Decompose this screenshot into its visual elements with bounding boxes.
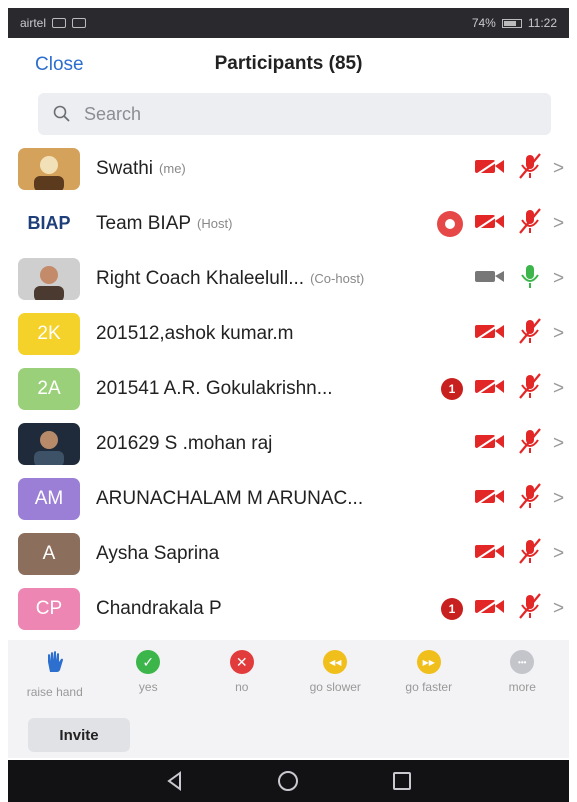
- message-icon: [72, 18, 87, 28]
- participant-row[interactable]: 2A 201541 A.R. Gokulakrishn... 1 >: [8, 361, 569, 416]
- participant-role: (Host): [197, 216, 233, 231]
- reaction-label: go faster: [405, 680, 453, 694]
- participant-row[interactable]: Right Coach Khaleelull... (Co-host) >: [8, 251, 569, 306]
- recents-icon[interactable]: [387, 766, 417, 796]
- participant-role: (me): [159, 161, 186, 176]
- mic-muted-icon: [517, 537, 543, 570]
- chevron-right-icon: >: [553, 157, 565, 179]
- avatar: 2K: [18, 312, 80, 355]
- recording-icon: [437, 210, 463, 237]
- participant-role: (Co-host): [310, 271, 365, 286]
- participant-row[interactable]: Swathi (me) >: [8, 141, 569, 196]
- video-off-icon: [473, 540, 507, 567]
- home-icon[interactable]: [273, 766, 303, 796]
- chevron-right-icon: >: [553, 377, 565, 399]
- participant-row[interactable]: 2K 201512,ashok kumar.m >: [8, 306, 569, 361]
- participant-name: Aysha Saprina: [96, 542, 220, 564]
- reaction-more[interactable]: ••• more: [477, 650, 567, 694]
- avatar: AM: [18, 477, 80, 520]
- mic-muted-icon: [517, 427, 543, 460]
- mic-muted-icon: [517, 372, 543, 405]
- participant-name: 201512,ashok kumar.m: [96, 322, 294, 344]
- participant-name: ARUNACHALAM M ARUNAC...: [96, 487, 364, 509]
- chevron-right-icon: >: [553, 432, 565, 454]
- reaction-label: more: [508, 680, 536, 694]
- invite-button[interactable]: Invite: [28, 718, 130, 752]
- close-button[interactable]: Close: [35, 54, 84, 76]
- reaction-go-faster[interactable]: ▶▶ go faster: [384, 650, 474, 694]
- carrier-label: airtel: [20, 16, 47, 30]
- participant-name: Right Coach Khaleelull...: [96, 267, 305, 289]
- chevron-right-icon: >: [553, 542, 565, 564]
- reaction-yes[interactable]: ✓ yes: [103, 650, 193, 694]
- avatar: CP: [18, 587, 80, 630]
- fast-forward-icon: ▶▶: [416, 650, 441, 674]
- rewind-icon: ◀◀: [323, 650, 348, 674]
- avatar: [18, 422, 80, 465]
- video-off-icon: [473, 430, 507, 457]
- video-off-icon: [473, 155, 507, 182]
- avatar: BIAP: [18, 202, 80, 245]
- x-icon: ✕: [229, 650, 254, 674]
- video-off-icon: [473, 210, 507, 237]
- video-off-icon: [473, 375, 507, 402]
- video-off-icon: [473, 320, 507, 347]
- more-icon: •••: [510, 650, 535, 674]
- battery-percent: 74%: [471, 16, 496, 30]
- chevron-right-icon: >: [553, 212, 565, 234]
- reactions-bar: raise hand ✓ yes ✕ no ◀◀ go slower ▶▶ go faster •…: [8, 640, 569, 700]
- participant-row[interactable]: BIAP Team BIAP (Host) >: [8, 196, 569, 251]
- search-icon: [53, 105, 70, 122]
- reaction-go-slower[interactable]: ◀◀ go slower: [290, 650, 380, 694]
- reaction-no[interactable]: ✕ no: [197, 650, 287, 694]
- participant-name: 201629 S .mohan raj: [96, 432, 273, 454]
- search-input[interactable]: [84, 103, 484, 125]
- mic-muted-icon: [517, 317, 543, 350]
- avatar: [18, 257, 80, 300]
- reaction-label: yes: [138, 680, 158, 694]
- reaction-label: go slower: [309, 680, 361, 694]
- avatar: 2A: [18, 367, 80, 410]
- clock: 11:22: [527, 16, 557, 30]
- participant-row[interactable]: A Aysha Saprina >: [8, 526, 569, 581]
- video-off-icon: [473, 595, 507, 622]
- status-bar: airtel 74% 11:22: [8, 8, 569, 38]
- network-icon: [52, 18, 67, 28]
- android-nav-bar: [8, 760, 569, 802]
- hand-icon: [44, 650, 66, 679]
- search-bar[interactable]: [38, 93, 551, 135]
- check-icon: ✓: [136, 650, 161, 674]
- chevron-right-icon: >: [553, 267, 565, 289]
- participant-list: Swathi (me) > BIAP Team BIAP (Host) > Right Coa…: [8, 141, 569, 636]
- bottom-bar: Invite: [8, 700, 569, 758]
- participant-name: 201541 A.R. Gokulakrishn...: [96, 377, 333, 399]
- mic-muted-icon: [517, 592, 543, 625]
- participant-row[interactable]: CP Chandrakala P 1 >: [8, 581, 569, 636]
- mic-muted-icon: [517, 207, 543, 240]
- participant-name: Team BIAP: [96, 212, 192, 234]
- participant-name: Swathi: [96, 157, 154, 179]
- chevron-right-icon: >: [553, 322, 565, 344]
- avatar: [18, 147, 80, 190]
- mic-muted-icon: [517, 152, 543, 185]
- participant-name: Chandrakala P: [96, 597, 222, 619]
- nav-bar: Close Participants (85): [0, 40, 577, 90]
- reaction-label: raise hand: [26, 685, 83, 699]
- chevron-right-icon: >: [553, 487, 565, 509]
- avatar: A: [18, 532, 80, 575]
- participant-row[interactable]: 201629 S .mohan raj >: [8, 416, 569, 471]
- reaction-label: no: [235, 680, 249, 694]
- chevron-right-icon: >: [553, 597, 565, 619]
- chat-badge: 1: [441, 377, 463, 400]
- reaction-raise-hand[interactable]: raise hand: [10, 650, 100, 699]
- page-title: Participants (85): [214, 53, 363, 74]
- video-on-icon: [473, 265, 507, 292]
- video-off-icon: [473, 485, 507, 512]
- mic-muted-icon: [517, 482, 543, 515]
- back-icon[interactable]: [160, 766, 190, 796]
- chat-badge: 1: [441, 597, 463, 620]
- mic-on-icon: [517, 262, 543, 295]
- battery-icon: [501, 18, 522, 28]
- participant-row[interactable]: AM ARUNACHALAM M ARUNAC... >: [8, 471, 569, 526]
